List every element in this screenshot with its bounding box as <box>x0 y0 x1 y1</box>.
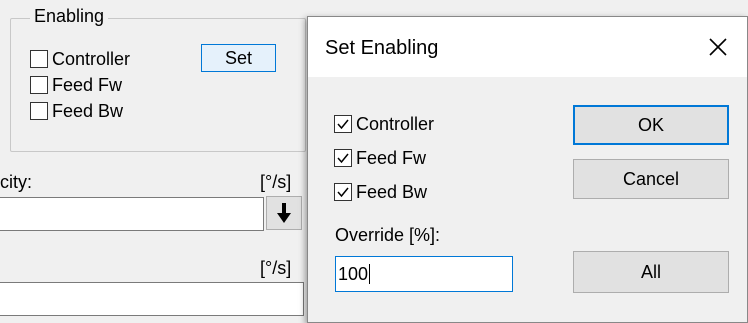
checkbox-label: Feed Fw <box>52 74 123 95</box>
arrow-down-button[interactable] <box>266 196 302 230</box>
checkbox-box[interactable] <box>30 50 48 68</box>
dialog-title: Set Enabling <box>325 37 439 59</box>
checkbox-label: Feed Fw <box>356 147 427 168</box>
all-button[interactable]: All <box>573 251 729 293</box>
second-field-input[interactable] <box>0 282 304 316</box>
checkmark-icon <box>337 119 349 130</box>
checkbox-controller[interactable]: Controller <box>30 46 130 72</box>
velocity-unit: [°/s] <box>260 172 292 192</box>
cancel-button[interactable]: Cancel <box>573 159 729 199</box>
dialog-checkbox-feed-fw[interactable]: Feed Fw <box>334 141 434 175</box>
checkmark-icon <box>337 187 349 198</box>
checkbox-label: Feed Bw <box>356 181 428 202</box>
enabling-group-title: Enabling <box>30 4 109 28</box>
text-caret <box>369 264 371 284</box>
second-field-unit: [°/s] <box>260 258 292 278</box>
override-value: 100 <box>338 263 369 284</box>
override-label: Override [%]: <box>335 225 441 245</box>
override-input[interactable]: 100 <box>335 256 513 292</box>
set-enabling-dialog: Set Enabling Controller Feed Fw Feed Bw … <box>307 16 748 323</box>
dialog-checkbox-controller[interactable]: Controller <box>334 107 434 141</box>
checkbox-label: Controller <box>52 48 131 69</box>
checkbox-box[interactable] <box>334 149 352 167</box>
arrow-down-icon <box>277 203 291 223</box>
checkbox-feed-fw[interactable]: Feed Fw <box>30 72 130 98</box>
checkbox-box[interactable] <box>30 102 48 120</box>
set-button[interactable]: Set <box>201 44 276 72</box>
ok-button[interactable]: OK <box>573 105 729 145</box>
checkbox-feed-bw[interactable]: Feed Bw <box>30 98 130 124</box>
velocity-input[interactable] <box>0 197 264 231</box>
close-button[interactable] <box>706 35 730 59</box>
checkbox-label: Feed Bw <box>52 100 124 121</box>
checkbox-box[interactable] <box>30 76 48 94</box>
dialog-checkbox-feed-bw[interactable]: Feed Bw <box>334 175 434 209</box>
checkmark-icon <box>337 153 349 164</box>
velocity-label: city: <box>0 172 33 192</box>
dialog-checkbox-list: Controller Feed Fw Feed Bw <box>334 107 434 209</box>
checkbox-box[interactable] <box>334 183 352 201</box>
close-icon <box>709 38 727 56</box>
checkbox-label: Controller <box>356 113 435 134</box>
checkbox-box[interactable] <box>334 115 352 133</box>
enabling-checkbox-list: Controller Feed Fw Feed Bw <box>30 46 130 124</box>
